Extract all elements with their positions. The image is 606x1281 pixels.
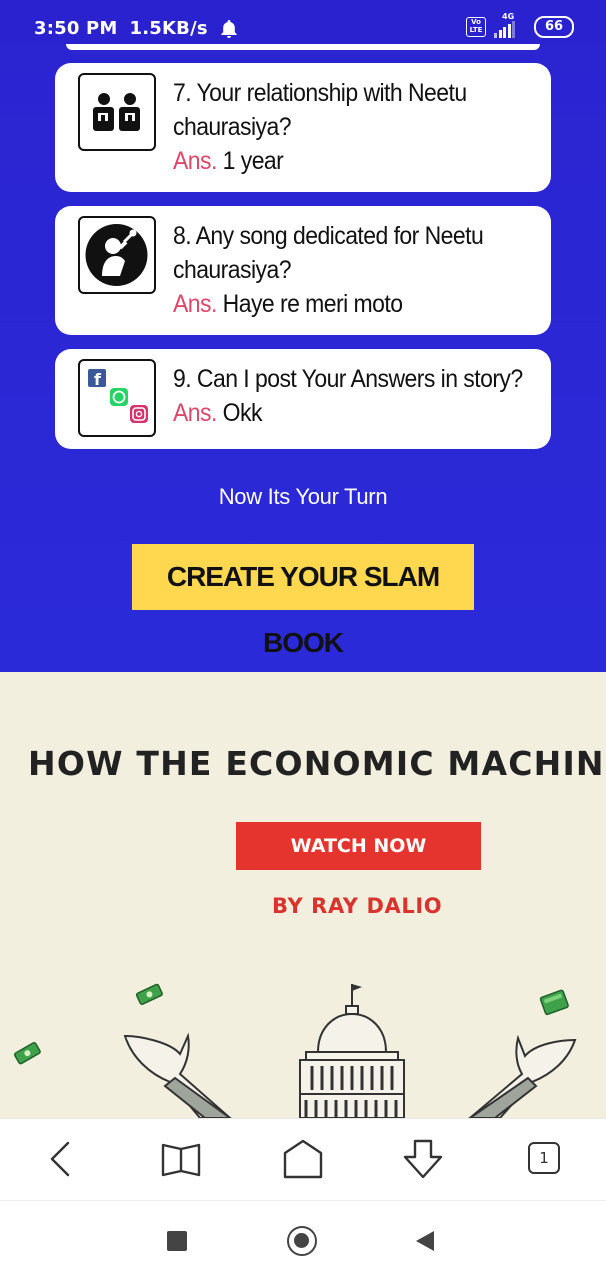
answer-text: Haye re meri moto — [222, 290, 403, 318]
answer-label: Ans. — [173, 290, 217, 318]
back-icon[interactable] — [38, 1137, 82, 1181]
tabs-button[interactable]: 1 — [523, 1137, 567, 1181]
question-card-9: f 9. Can I post Your Answers in story? A… — [55, 349, 551, 449]
create-slam-book-button[interactable]: CREATE YOUR SLAM BOOK — [132, 544, 474, 658]
answer-label: Ans. — [173, 399, 217, 427]
ad-illustration — [13, 983, 577, 1118]
money-icon — [13, 1041, 41, 1065]
battery-indicator: 66 — [534, 16, 574, 38]
question-card-8: 8. Any song dedicated for Neetu chaurasi… — [55, 206, 551, 335]
watch-now-button[interactable]: WATCH NOW — [236, 822, 481, 870]
question-text-block: 9. Can I post Your Answers in story? Ans… — [173, 362, 550, 430]
question-card-7: 7. Your relationship with Neetu chaurasi… — [55, 63, 551, 192]
bell-icon — [221, 19, 237, 38]
svg-text:f: f — [94, 370, 102, 389]
question-text: 8. Any song dedicated for Neetu chaurasi… — [173, 222, 484, 284]
browser-toolbar: 1 — [0, 1118, 606, 1201]
answer-label: Ans. — [173, 147, 217, 175]
book-icon[interactable] — [159, 1137, 203, 1181]
status-speed: 1.5KB/s — [129, 18, 208, 39]
system-navigation-bar — [0, 1200, 606, 1281]
download-icon[interactable] — [401, 1137, 445, 1181]
signal-icon: 4G — [494, 12, 522, 38]
status-time: 3:50 PM — [34, 18, 118, 39]
volte-top: Vo — [471, 18, 481, 26]
question-text: 7. Your relationship with Neetu chaurasi… — [173, 79, 467, 141]
your-turn-text: Now Its Your Turn — [218, 484, 388, 509]
right-hand-icon — [468, 1034, 577, 1118]
social-media-icon: f — [78, 359, 156, 437]
friends-icon — [78, 73, 156, 151]
answer-text: 1 year — [222, 147, 284, 175]
status-right: Vo LTE 4G 66 — [466, 12, 574, 38]
previous-card-edge — [66, 44, 540, 50]
answer-line: Ans. Okk — [173, 396, 550, 430]
volte-bottom: LTE — [469, 26, 483, 34]
question-text-block: 7. Your relationship with Neetu chaurasi… — [173, 76, 550, 178]
status-left: 3:50 PM 1.5KB/s — [34, 18, 238, 39]
ad-byline: BY RAY DALIO — [272, 894, 443, 918]
triangle-back-icon[interactable] — [414, 1229, 436, 1253]
home-icon[interactable] — [281, 1137, 325, 1181]
network-type: 4G — [502, 12, 515, 21]
advertisement[interactable]: HOW THE ECONOMIC MACHINE W WATCH NOW BY … — [0, 672, 606, 1118]
money-icon — [539, 989, 569, 1016]
volte-indicator: Vo LTE — [466, 17, 486, 37]
circle-icon[interactable] — [287, 1226, 317, 1256]
ad-headline: HOW THE ECONOMIC MACHINE W — [28, 744, 606, 783]
money-icon — [135, 983, 163, 1005]
left-hand-icon — [123, 1032, 232, 1118]
square-icon[interactable] — [167, 1231, 187, 1251]
slam-book-content: 7. Your relationship with Neetu chaurasi… — [0, 44, 606, 672]
tabs-count: 1 — [528, 1142, 560, 1174]
question-text-block: 8. Any song dedicated for Neetu chaurasi… — [173, 219, 550, 321]
answer-line: Ans. Haye re meri moto — [173, 287, 550, 321]
capitol-building-icon — [299, 984, 405, 1118]
question-text: 9. Can I post Your Answers in story? — [173, 365, 523, 393]
answer-text: Okk — [222, 399, 263, 427]
singer-icon — [78, 216, 156, 294]
answer-line: Ans. 1 year — [173, 144, 550, 178]
